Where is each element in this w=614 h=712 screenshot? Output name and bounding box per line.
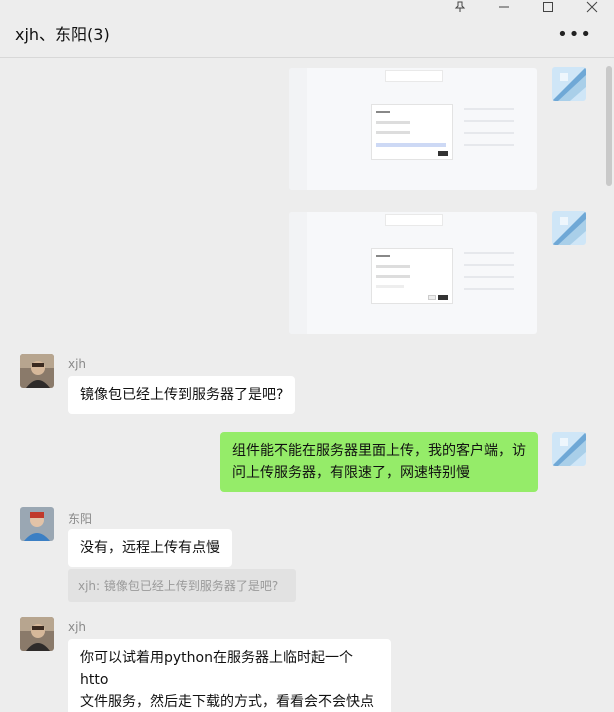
message-line: 你可以试着用python在服务器上临时起一个htto	[80, 650, 353, 688]
sender-name: 东阳	[68, 512, 93, 526]
chat-title: xjh、东阳(3)	[15, 25, 110, 44]
thumb-dialog	[371, 248, 453, 304]
more-options-icon[interactable]: •••	[557, 26, 592, 44]
sender-name: xjh	[68, 357, 87, 371]
xjh-avatar[interactable]	[20, 354, 54, 388]
xjh-avatar[interactable]	[20, 617, 54, 651]
image-message-1[interactable]	[289, 68, 537, 190]
message-bubble[interactable]: 你可以试着用python在服务器上临时起一个htto 文件服务，然后走下载的方式…	[68, 639, 391, 712]
message-bubble[interactable]: 没有，远程上传有点慢	[68, 529, 232, 567]
my-avatar[interactable]	[552, 211, 586, 245]
thumb-sidebar	[289, 68, 307, 190]
thumb-sidebar	[289, 212, 307, 334]
thumb-toast	[385, 70, 443, 82]
quoted-reply[interactable]: xjh: 镜像包已经上传到服务器了是吧?	[68, 569, 296, 602]
scrollbar[interactable]	[606, 66, 612, 186]
my-avatar[interactable]	[552, 432, 586, 466]
message-bubble[interactable]: 镜像包已经上传到服务器了是吧?	[68, 376, 296, 414]
sender-name: xjh	[68, 620, 87, 634]
thumb-dialog	[371, 104, 453, 160]
my-message-bubble[interactable]: 组件能不能在服务器里面上传，我的客户端，访 问上传服务器，有限速了，网速特别慢	[220, 432, 538, 492]
message-line: 组件能不能在服务器里面上传，我的客户端，访	[232, 443, 526, 459]
message-line: 文件服务，然后走下载的方式，看看会不会快点	[80, 694, 374, 710]
message-list[interactable]: xjh 镜像包已经上传到服务器了是吧? 组件能不能在服务器里面上传，我的客户端，…	[0, 59, 606, 712]
my-avatar[interactable]	[552, 67, 586, 101]
message-line: 问上传服务器，有限速了，网速特别慢	[232, 465, 470, 481]
image-message-2[interactable]	[289, 212, 537, 334]
thumb-toast	[385, 214, 443, 226]
dongyang-avatar[interactable]	[20, 507, 54, 541]
chat-header: xjh、东阳(3) •••	[0, 0, 614, 58]
